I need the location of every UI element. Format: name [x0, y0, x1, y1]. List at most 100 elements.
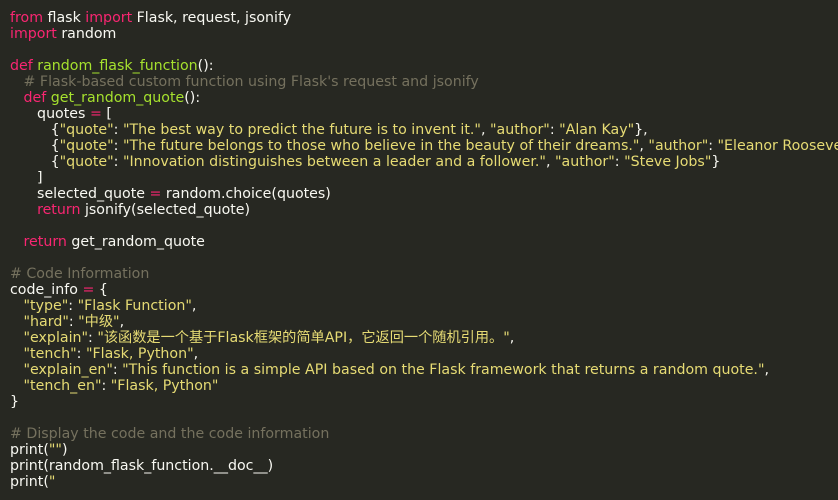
- code-text: :: [113, 154, 123, 170]
- code-text: quotes: [10, 106, 90, 122]
- code-line: print(": [10, 474, 838, 490]
- code-text: :: [708, 138, 718, 154]
- code-line: "tench": "Flask, Python",: [10, 346, 838, 362]
- code-line: # Flask-based custom function using Flas…: [10, 74, 838, 90]
- code-text: jsonify(selected_quote): [80, 202, 251, 218]
- string-token: "tench_en": [23, 378, 102, 394]
- code-text: print(random_flask_function.__doc__): [10, 458, 274, 474]
- code-text: random.choice(quotes): [161, 186, 331, 202]
- code-text: :: [113, 122, 123, 138]
- string-token: "Innovation distinguishes between a lead…: [122, 154, 546, 170]
- code-text: :: [113, 138, 123, 154]
- code-editor[interactable]: from flask import Flask, request, jsonif…: [0, 0, 838, 500]
- code-text: ,: [509, 330, 515, 346]
- keyword-token: import: [10, 26, 57, 42]
- code-text: code_info: [10, 282, 83, 298]
- code-text: ,: [193, 346, 199, 362]
- code-text: ,: [480, 122, 490, 138]
- code-text: print(: [10, 474, 49, 490]
- string-token: "Flask, Python": [110, 378, 219, 394]
- code-line: # Display the code and the code informat…: [10, 426, 838, 442]
- code-text: {: [10, 138, 60, 154]
- string-token: "The future belongs to those who believe…: [122, 138, 640, 154]
- code-text: ,: [119, 314, 125, 330]
- keyword-token: import: [85, 10, 133, 26]
- code-line: "tench_en": "Flask, Python": [10, 378, 838, 394]
- code-line: code_info = {: [10, 282, 838, 298]
- comment-token: # Flask-based custom function using Flas…: [23, 74, 479, 90]
- keyword-token: return: [37, 202, 81, 218]
- string-token: "author": [490, 122, 550, 138]
- code-text: ,: [545, 154, 555, 170]
- string-token: "Steve Jobs": [624, 154, 712, 170]
- code-text: :: [614, 154, 625, 170]
- code-text: ():: [197, 58, 214, 74]
- code-text: ,: [764, 362, 769, 378]
- code-line: def random_flask_function():: [10, 58, 838, 74]
- code-text: :: [88, 330, 98, 346]
- code-text: :: [549, 122, 560, 138]
- code-line: def get_random_quote():: [10, 90, 838, 106]
- keyword-token: return: [23, 234, 67, 250]
- code-text: }: [10, 394, 20, 410]
- code-line: }: [10, 394, 838, 410]
- code-text: [: [101, 106, 112, 122]
- code-line: print(random_flask_function.__doc__): [10, 458, 838, 474]
- code-line: "type": "Flask Function",: [10, 298, 838, 314]
- code-area[interactable]: from flask import Flask, request, jsonif…: [10, 10, 838, 490]
- keyword-token: def: [23, 90, 47, 106]
- string-token: "author": [648, 138, 709, 154]
- operator-token: =: [89, 106, 102, 122]
- string-token: "": [48, 442, 62, 458]
- code-line: "explain_en": "This function is a simple…: [10, 362, 838, 378]
- code-line: selected_quote = random.choice(quotes): [10, 186, 838, 202]
- code-line: "explain": "该函数是一个基于Flask框架的简单API，它返回一个随…: [10, 330, 838, 346]
- string-token: "author": [554, 154, 615, 170]
- string-token: "该函数是一个基于Flask框架的简单API，它返回一个随机引用。": [97, 330, 510, 346]
- string-token: "中级": [78, 314, 120, 330]
- code-text: {: [94, 282, 108, 298]
- code-text: random: [56, 26, 117, 42]
- code-text: {: [10, 154, 60, 170]
- string-token: "quote": [59, 138, 114, 154]
- code-line: return jsonify(selected_quote): [10, 202, 838, 218]
- string-token: ": [48, 474, 56, 490]
- code-line: return get_random_quote: [10, 234, 838, 250]
- code-line: "hard": "中级",: [10, 314, 838, 330]
- code-text: }: [711, 154, 721, 170]
- code-text: {: [10, 122, 60, 138]
- code-line: from flask import Flask, request, jsonif…: [10, 10, 838, 26]
- code-text: flask: [43, 10, 86, 26]
- code-text: ,: [191, 298, 197, 314]
- code-text: :: [76, 346, 86, 362]
- code-text: ]: [10, 170, 43, 186]
- string-token: "Alan Kay": [559, 122, 635, 138]
- string-token: "type": [23, 298, 69, 314]
- string-token: "Flask Function": [77, 298, 192, 314]
- string-token: "explain_en": [23, 362, 113, 378]
- string-token: "explain": [23, 330, 89, 346]
- comment-token: # Display the code and the code informat…: [10, 426, 330, 442]
- keyword-token: from: [10, 10, 44, 26]
- string-token: "This function is a simple API based on …: [122, 362, 765, 378]
- string-token: "hard": [23, 314, 69, 330]
- code-line: print(""): [10, 442, 838, 458]
- function-name-token: random_flask_function: [37, 58, 198, 74]
- code-line: {"quote": "Innovation distinguishes betw…: [10, 154, 838, 170]
- code-line: ]: [10, 170, 838, 186]
- code-text: :: [112, 362, 123, 378]
- code-line: {"quote": "The best way to predict the f…: [10, 122, 838, 138]
- code-text: },: [634, 122, 648, 138]
- operator-token: =: [149, 186, 162, 202]
